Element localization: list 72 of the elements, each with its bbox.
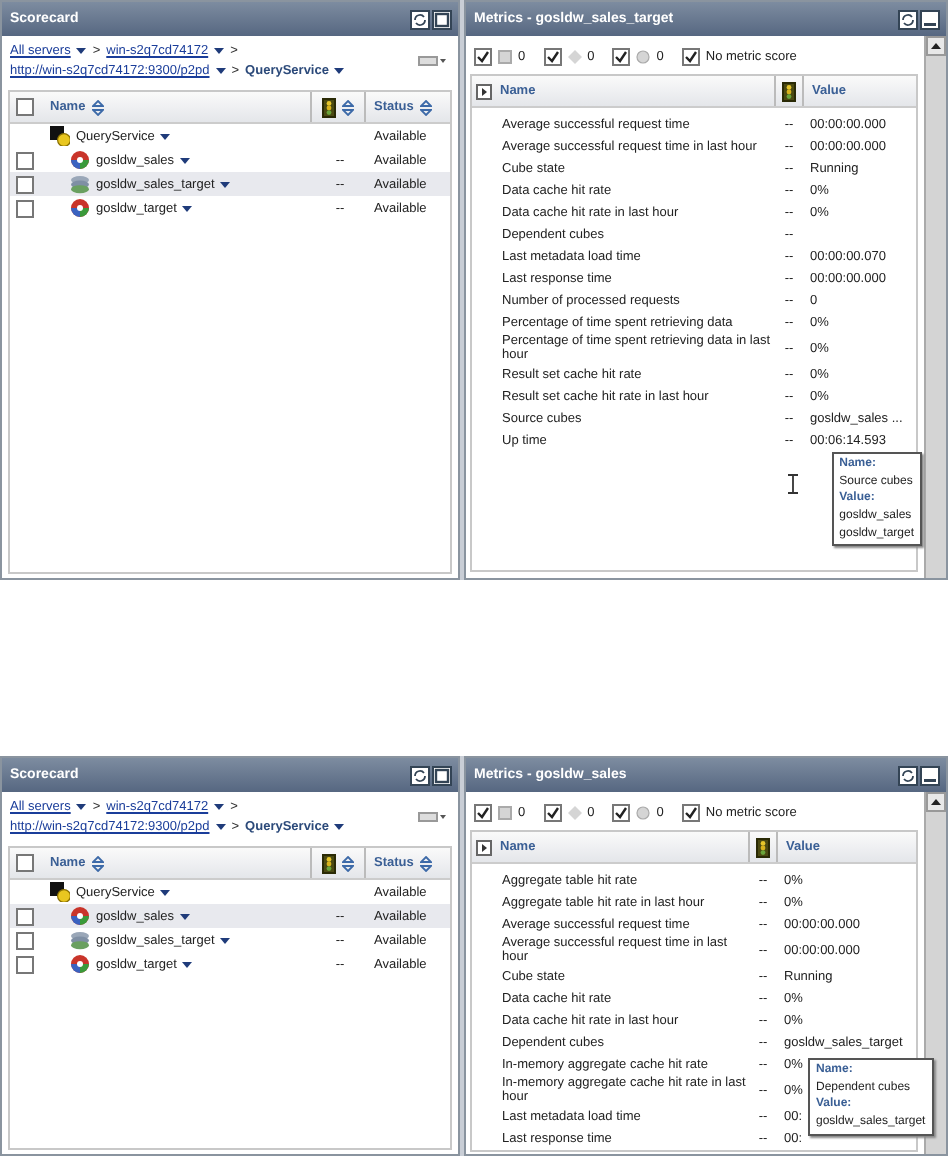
service-icon <box>50 126 70 146</box>
checkbox[interactable] <box>543 804 562 822</box>
caret-icon[interactable] <box>182 205 193 211</box>
checkbox[interactable] <box>612 48 631 66</box>
checkbox[interactable] <box>543 48 562 66</box>
refresh-icon[interactable] <box>898 9 918 29</box>
sort-icon[interactable] <box>91 99 104 115</box>
circle-icon <box>636 50 651 64</box>
refresh-icon[interactable] <box>410 9 430 29</box>
traffic-light-icon <box>756 837 770 857</box>
sort-icon[interactable] <box>342 99 354 115</box>
caret-icon[interactable] <box>182 961 193 967</box>
sort-icon[interactable] <box>419 99 432 115</box>
checkbox[interactable] <box>15 175 33 193</box>
refresh-icon[interactable] <box>898 765 918 785</box>
checkbox[interactable] <box>15 854 33 872</box>
caret-icon[interactable] <box>180 157 191 163</box>
maximize-icon[interactable] <box>432 765 452 785</box>
caret-icon[interactable] <box>220 181 231 187</box>
scrollbar[interactable] <box>924 792 946 1154</box>
ball-icon <box>70 906 90 926</box>
caret-icon[interactable] <box>215 68 226 74</box>
caret-icon[interactable] <box>334 68 345 74</box>
caret-icon[interactable] <box>214 48 225 54</box>
caret-icon[interactable] <box>76 804 87 810</box>
checkbox[interactable] <box>15 98 33 116</box>
circle-icon <box>636 806 651 820</box>
checkbox[interactable] <box>15 931 33 949</box>
checkbox[interactable] <box>474 48 492 66</box>
caret-icon[interactable] <box>180 913 191 919</box>
caret-icon[interactable] <box>160 889 171 895</box>
caret-icon[interactable] <box>76 48 87 54</box>
view-options-button[interactable] <box>414 52 450 70</box>
caret-icon[interactable] <box>215 824 226 830</box>
diamond-icon <box>567 50 582 64</box>
scroll-up-icon[interactable] <box>926 792 946 812</box>
service-icon <box>50 882 70 902</box>
checkbox[interactable] <box>15 907 33 925</box>
caret-icon[interactable] <box>220 937 231 943</box>
minimize-icon[interactable] <box>920 765 940 785</box>
ball-icon <box>70 198 90 218</box>
checkbox[interactable] <box>681 48 700 66</box>
caret-icon[interactable] <box>334 824 345 830</box>
square-icon <box>498 806 512 820</box>
ball-icon <box>70 954 90 974</box>
minimize-icon[interactable] <box>920 9 940 29</box>
traffic-light-icon <box>782 81 796 101</box>
sort-icon[interactable] <box>419 855 432 871</box>
stack-icon <box>70 174 90 194</box>
checkbox[interactable] <box>681 804 700 822</box>
view-options-button[interactable] <box>414 808 450 826</box>
checkbox[interactable] <box>15 151 33 169</box>
traffic-light-icon <box>322 853 336 873</box>
square-icon <box>498 50 512 64</box>
traffic-light-icon <box>322 97 336 117</box>
caret-icon[interactable] <box>160 133 171 139</box>
expand-icon[interactable] <box>476 83 492 99</box>
checkbox[interactable] <box>612 804 631 822</box>
expand-icon[interactable] <box>476 839 492 855</box>
checkbox[interactable] <box>15 199 33 217</box>
diamond-icon <box>567 806 582 820</box>
stack-icon <box>70 930 90 950</box>
scrollbar[interactable] <box>924 36 946 578</box>
sort-icon[interactable] <box>342 855 354 871</box>
caret-icon[interactable] <box>214 804 225 810</box>
refresh-icon[interactable] <box>410 765 430 785</box>
sort-icon[interactable] <box>91 855 104 871</box>
ball-icon <box>70 150 90 170</box>
checkbox[interactable] <box>15 955 33 973</box>
maximize-icon[interactable] <box>432 9 452 29</box>
checkbox[interactable] <box>474 804 492 822</box>
scroll-up-icon[interactable] <box>926 36 946 56</box>
